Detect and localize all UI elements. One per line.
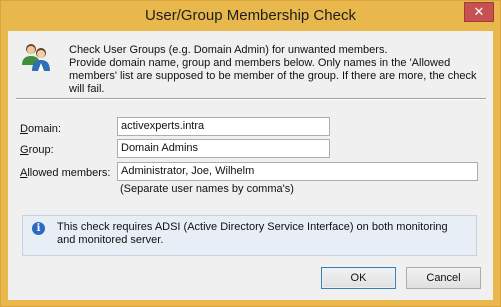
allowed-members-label: Allowed members: (20, 167, 110, 179)
allowed-members-value: Administrator, Joe, Wilhelm (121, 165, 255, 177)
dialog-content: Check User Groups (e.g. Domain Admin) fo… (8, 31, 493, 300)
domain-label: Domain: (20, 123, 61, 135)
domain-label-rest: omain: (27, 123, 61, 135)
group-label-rest: roup: (28, 144, 54, 156)
group-value: Domain Admins (121, 142, 199, 154)
domain-value: activexperts.intra (121, 120, 205, 132)
ok-button[interactable]: OK (321, 267, 396, 289)
users-group-icon (22, 44, 50, 71)
close-button[interactable]: ✕ (464, 2, 494, 22)
dialog-window: User/Group Membership Check ✕ Check User… (0, 0, 501, 307)
info-text: This check requires ADSI (Active Directo… (57, 221, 448, 246)
window-title: User/Group Membership Check (145, 7, 356, 24)
cancel-button[interactable]: Cancel (406, 267, 481, 289)
info-icon: i (32, 222, 45, 235)
domain-label-accel: D (20, 123, 28, 135)
domain-field[interactable]: activexperts.intra (117, 117, 330, 136)
info-panel: i This check requires ADSI (Active Direc… (22, 215, 477, 256)
close-icon: ✕ (473, 4, 485, 19)
group-label-accel: G (20, 144, 29, 156)
description-text: Check User Groups (e.g. Domain Admin) fo… (69, 44, 477, 95)
allowed-members-field[interactable]: Administrator, Joe, Wilhelm (117, 162, 478, 181)
header-description: Check User Groups (e.g. Domain Admin) fo… (69, 44, 479, 96)
separator-line (16, 98, 486, 100)
title-bar[interactable]: User/Group Membership Check ✕ (1, 1, 500, 31)
group-field[interactable]: Domain Admins (117, 139, 330, 158)
allowed-label-rest: llowed members: (27, 167, 111, 179)
group-label: Group: (20, 144, 54, 156)
allowed-members-hint: (Separate user names by comma's) (120, 183, 294, 195)
